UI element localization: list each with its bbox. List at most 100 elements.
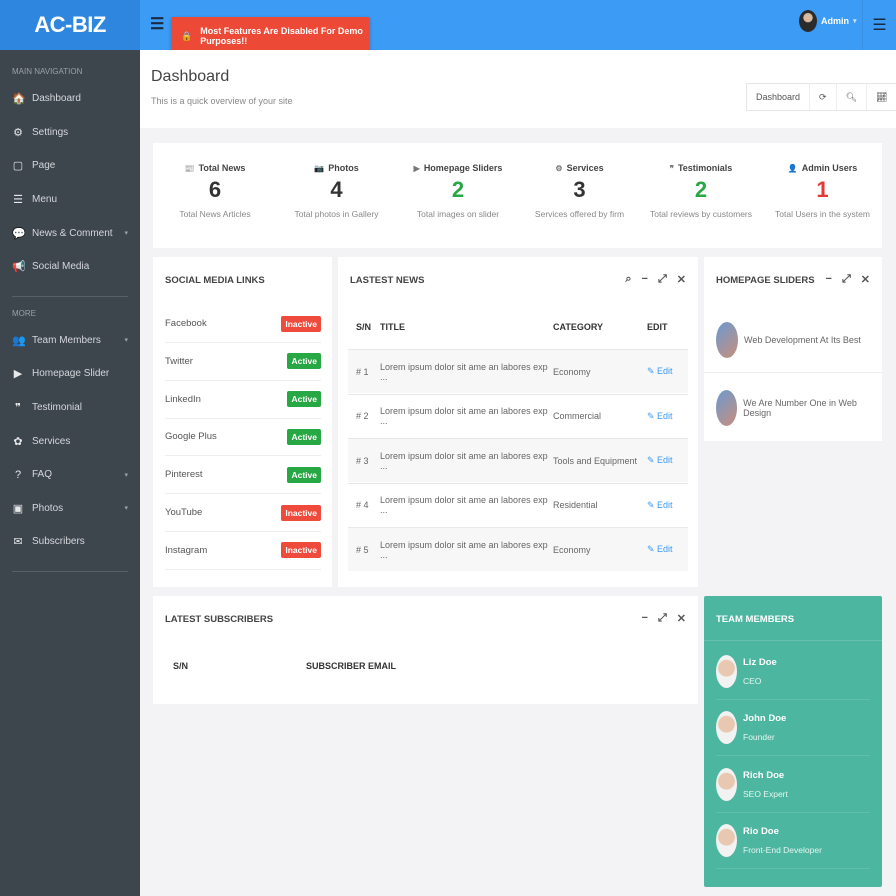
status-badge[interactable]: Active: [287, 391, 321, 408]
close-icon[interactable]: ✕: [861, 273, 870, 286]
sidebar-item-subscribers[interactable]: ✉ Subscribers: [0, 525, 140, 559]
logo[interactable]: AC-BIZ: [0, 0, 140, 50]
news-category: Economy: [553, 544, 591, 555]
page-title: Dashboard: [151, 68, 230, 85]
social-name: LinkedIn: [165, 393, 201, 405]
news-title[interactable]: Lorem ipsum dolor sit ame an labores exp…: [380, 362, 553, 382]
chart-icon[interactable]: 📈︎: [867, 84, 896, 110]
minimize-icon[interactable]: −: [826, 273, 832, 286]
sidebar-item-services[interactable]: ✿ Services: [0, 424, 140, 458]
news-category: Tools and Equipment: [553, 455, 638, 466]
close-icon[interactable]: ✕: [677, 612, 686, 625]
expand-icon[interactable]: ⤢: [658, 273, 667, 286]
chevron-down-icon: ▾: [124, 471, 128, 479]
edit-link[interactable]: ✎ Edit: [643, 366, 688, 377]
right-menu-toggle-icon[interactable]: ☰: [862, 0, 896, 50]
expand-icon[interactable]: ⤢: [658, 612, 667, 625]
sidebar-item-social-media[interactable]: 📢 Social Media: [0, 250, 140, 284]
sidebar-item-page[interactable]: ▢ Page: [0, 149, 140, 183]
status-badge[interactable]: Inactive: [281, 504, 321, 521]
stat-description: Total photos in Gallery: [294, 209, 379, 219]
edit-link[interactable]: ✎ Edit: [643, 411, 688, 422]
team-member[interactable]: Rich Doe SEO Expert: [716, 757, 870, 813]
news-title[interactable]: Lorem ipsum dolor sit ame an labores exp…: [380, 451, 553, 471]
nav-icon: ?: [14, 468, 22, 481]
search-icon[interactable]: ⌕: [625, 273, 631, 286]
hamburger-menu-icon[interactable]: ☰: [150, 14, 164, 34]
edit-link[interactable]: ✎ Edit: [643, 544, 688, 555]
user-menu[interactable]: Admin ▾: [799, 10, 857, 32]
edit-link[interactable]: ✎ Edit: [643, 500, 688, 511]
stats-card: 📰 Total News 6 Total News Articles 📷 Photos 4 T…: [153, 143, 882, 248]
sidebar-item-settings[interactable]: ⚙ Settings: [0, 116, 140, 150]
nav-icon: ▢: [12, 160, 24, 173]
stat-value: 3: [573, 177, 586, 202]
nav-icon: 📢: [12, 261, 26, 274]
search-icon[interactable]: 🔍︎: [837, 84, 868, 110]
minimize-icon[interactable]: −: [642, 612, 648, 625]
sidebar-item-dashboard[interactable]: 🏠 Dashboard: [0, 82, 140, 116]
edit-link[interactable]: ✎ Edit: [643, 455, 688, 466]
nav-icon: ▶: [13, 368, 23, 381]
stat-label: ❞ Testimonials: [641, 163, 761, 173]
stat-value: 6: [208, 177, 222, 202]
slider-item[interactable]: Web Development At Its Best: [704, 307, 882, 373]
avatar: [716, 655, 737, 688]
card-title: LASTEST NEWS: [350, 275, 425, 286]
sidebar-item-label: Subscribers: [32, 536, 85, 548]
team-member[interactable]: Liz Doe CEO: [716, 644, 870, 700]
stat-description: Total Users in the system: [775, 209, 870, 219]
news-title[interactable]: Lorem ipsum dolor sit ame an labores exp…: [380, 540, 553, 560]
sidebar-item-label: News & Comment: [32, 227, 113, 239]
member-role: Founder: [743, 732, 775, 743]
sidebar-item-faq[interactable]: ? FAQ ▾: [0, 458, 140, 492]
sidebar-item-homepage-slider[interactable]: ▶ Homepage Slider: [0, 357, 140, 391]
close-icon[interactable]: ✕: [677, 273, 686, 286]
team-member[interactable]: John Doe Founder: [716, 700, 870, 757]
card-title: TEAM MEMBERS: [716, 614, 795, 625]
refresh-icon[interactable]: ⟳: [810, 84, 837, 110]
sidebar-item-menu[interactable]: ☰ Menu: [0, 183, 140, 217]
sidebar-item-team-members[interactable]: 👥 Team Members ▾: [0, 324, 140, 358]
social-name: Twitter: [165, 355, 193, 367]
status-badge[interactable]: Active: [287, 353, 321, 370]
sidebar-item-testimonial[interactable]: ❞ Testimonial: [0, 391, 140, 425]
team-member[interactable]: Rio Doe Front-End Developer: [716, 813, 870, 869]
status-badge[interactable]: Active: [287, 466, 321, 483]
column-header: S/N: [356, 322, 372, 332]
stat-icon: 👤: [787, 164, 798, 173]
news-title[interactable]: Lorem ipsum dolor sit ame an labores exp…: [380, 495, 553, 515]
stat-label-text: Total News: [198, 163, 246, 173]
sidebar-item-photos[interactable]: ▣ Photos ▾: [0, 492, 140, 526]
stat-item: ❞ Testimonials 2 Total reviews by customers: [641, 163, 761, 219]
sidebar-item-label: Dashboard: [32, 93, 81, 105]
breadcrumb-dashboard[interactable]: Dashboard: [747, 84, 811, 110]
card-title: SOCIAL MEDIA LINKS: [165, 275, 265, 286]
sidebar-item-news-comment[interactable]: 💬 News & Comment ▾: [0, 216, 140, 250]
member-info: Rich Doe SEO Expert: [743, 770, 788, 799]
minimize-icon[interactable]: −: [642, 273, 648, 286]
chevron-down-icon: ▾: [124, 230, 128, 238]
news-title[interactable]: Lorem ipsum dolor sit ame an labores exp…: [380, 406, 553, 426]
more-label: MORE: [12, 308, 36, 318]
status-badge[interactable]: Active: [287, 428, 321, 445]
stat-icon: 📷: [314, 164, 325, 173]
divider: [12, 570, 128, 572]
expand-icon[interactable]: ⤢: [842, 273, 851, 286]
member-name: Liz Doe: [743, 657, 777, 668]
social-name: Google Plus: [165, 431, 217, 443]
nav-icon: ✿: [13, 435, 23, 448]
row-number: # 2: [356, 411, 369, 421]
stat-label-text: Photos: [328, 163, 359, 173]
status-badge[interactable]: Inactive: [281, 542, 321, 559]
stat-label: 📷 Photos: [277, 163, 397, 173]
stat-label-text: Testimonials: [677, 163, 733, 173]
member-name: John Doe: [743, 713, 787, 725]
stat-item: ⚙ Services 3 Services offered by firm: [520, 163, 640, 219]
sidebar-item-label: Menu: [32, 194, 58, 206]
row-number: # 4: [356, 500, 369, 510]
slider-item[interactable]: We Are Number One in Web Design: [704, 375, 882, 441]
nav-icon: 🏠: [12, 93, 26, 106]
status-badge[interactable]: Inactive: [281, 315, 321, 332]
slider-title: Web Development At Its Best: [744, 334, 861, 345]
